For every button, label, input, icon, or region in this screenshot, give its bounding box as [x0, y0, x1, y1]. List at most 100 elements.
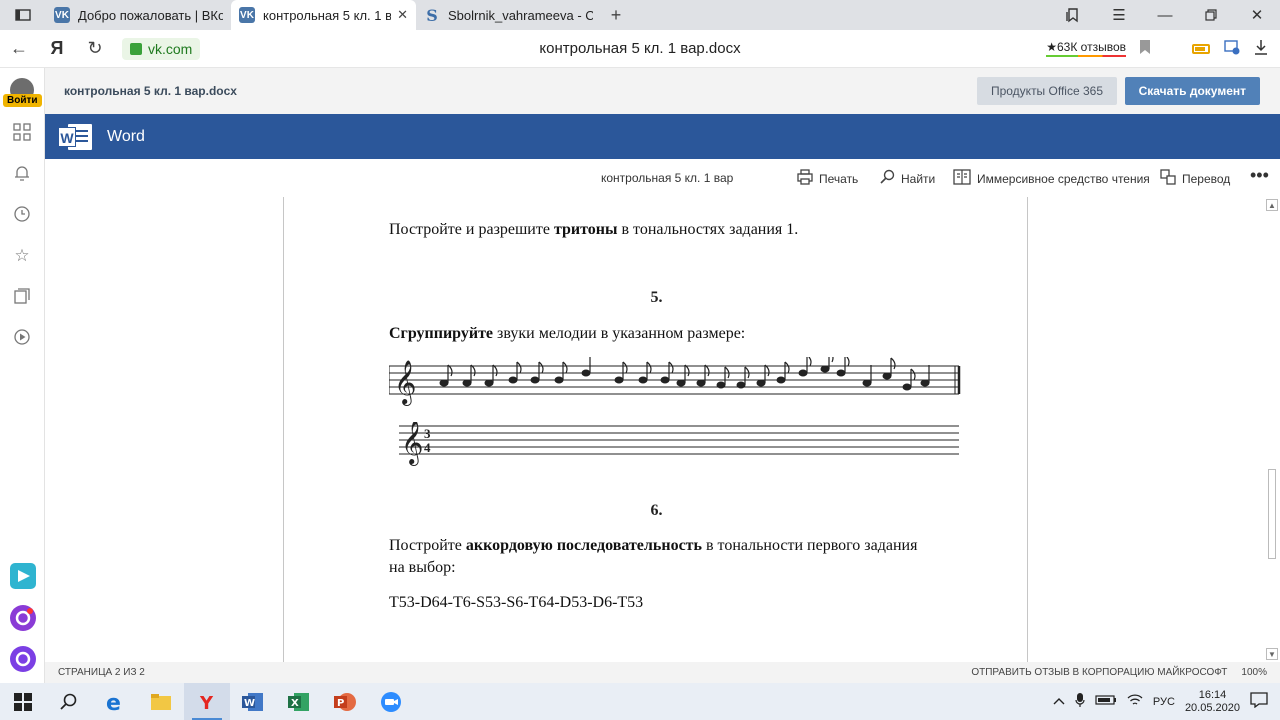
tab-sbornik[interactable]: S Sbolrnik_vahrameeva - Стр	[416, 0, 601, 30]
zoom-level[interactable]: 100%	[1241, 667, 1267, 678]
more-options-icon[interactable]: •••	[1250, 165, 1269, 186]
melody-staff: 𝄞	[389, 357, 961, 406]
bell-icon[interactable]	[12, 164, 32, 184]
scroll-thumb[interactable]	[1268, 469, 1276, 559]
site-domain: vk.com	[148, 40, 193, 57]
download-icon[interactable]	[1254, 39, 1268, 59]
site-chip[interactable]: vk.com	[122, 37, 201, 60]
printer-icon	[797, 169, 813, 189]
reviews-badge[interactable]: ★63К отзывов	[1046, 40, 1126, 57]
note-head	[716, 381, 726, 389]
note-head	[798, 369, 808, 377]
vk-icon: VK	[54, 7, 70, 23]
time-signature-bottom: 4	[424, 440, 431, 455]
new-tab-icon[interactable]: +	[601, 0, 631, 30]
yandex-logo-icon[interactable]: Я	[38, 38, 76, 59]
heading-5: 5.	[650, 289, 663, 306]
translate-label: Перевод	[1182, 172, 1231, 186]
office-products-button[interactable]: Продукты Office 365	[976, 77, 1117, 105]
download-document-button[interactable]: Скачать документ	[1124, 77, 1260, 105]
close-tab-icon[interactable]: ✕	[397, 7, 408, 23]
services-grid-icon[interactable]	[12, 123, 32, 143]
note-head	[581, 369, 591, 377]
svg-text:X: X	[291, 698, 299, 709]
play-circle-icon[interactable]	[12, 328, 32, 348]
zen-app-icon[interactable]	[10, 605, 36, 631]
vk-sidebar: Войти ☆	[0, 68, 45, 683]
zoom-app-icon[interactable]	[368, 683, 414, 720]
battery-tray-icon[interactable]	[1095, 694, 1117, 709]
immersive-reader-button[interactable]: Иммерсивное средство чтения	[953, 169, 1150, 189]
excel-app-icon[interactable]: X	[276, 683, 322, 720]
note-head	[676, 379, 686, 387]
star-icon[interactable]: ☆	[12, 246, 32, 266]
alice-assistant-icon[interactable]	[10, 646, 36, 672]
app-title: Word	[107, 127, 145, 145]
input-language[interactable]: РУС	[1153, 696, 1175, 708]
tab-document[interactable]: VK контрольная 5 кл. 1 вар ✕	[231, 0, 416, 30]
print-label: Печать	[819, 172, 859, 186]
minimize-icon[interactable]: —	[1142, 0, 1188, 30]
page-indicator: СТРАНИЦА 2 ИЗ 2	[58, 667, 145, 678]
search-icon[interactable]	[46, 683, 92, 720]
yandex-browser-icon[interactable]: Y	[184, 683, 230, 720]
note-head	[660, 376, 670, 384]
lock-icon	[130, 42, 142, 55]
word-logo-icon: W	[58, 122, 92, 152]
toolbar-document-name: контрольная 5 кл. 1 вар	[601, 171, 734, 185]
translate-button[interactable]: Перевод	[1160, 169, 1230, 189]
note-head	[776, 376, 786, 384]
bookmark-icon[interactable]	[1140, 39, 1150, 58]
chevron-up-icon[interactable]	[1053, 696, 1065, 708]
svg-text:P: P	[337, 698, 344, 709]
scroll-down-icon[interactable]: ▼	[1266, 648, 1278, 660]
reload-icon[interactable]: ↻	[76, 38, 114, 59]
print-button[interactable]: Печать	[797, 169, 858, 189]
vertical-scrollbar[interactable]: ▲ ▼	[1264, 197, 1280, 662]
note-flag	[492, 364, 498, 377]
edge-browser-icon[interactable]: e	[92, 683, 138, 720]
treble-clef-icon: 𝄞	[394, 360, 416, 406]
messenger-app-icon[interactable]	[10, 563, 36, 589]
note-head	[462, 379, 472, 387]
battery-icon[interactable]	[1192, 43, 1210, 54]
document-viewport[interactable]: 4. Постройте и разрешите тритоны в тонал…	[45, 197, 1280, 662]
word-app-icon[interactable]: W	[230, 683, 276, 720]
screenshot-icon[interactable]	[1224, 39, 1240, 59]
clock[interactable]: 16:14 20.05.2020	[1185, 689, 1240, 715]
address-bar: ← Я ↻ vk.com контрольная 5 кл. 1 вар.doc…	[0, 30, 1280, 68]
hamburger-menu-icon[interactable]: ☰	[1096, 0, 1142, 30]
task-6-text-line2: на выбор:	[389, 559, 456, 576]
immersive-reader-icon	[953, 169, 971, 189]
note-head	[902, 383, 912, 391]
time-signature-top: 3	[424, 426, 431, 441]
collections-icon[interactable]	[12, 287, 32, 307]
tabs-menu-icon[interactable]	[0, 0, 46, 30]
notifications-icon[interactable]	[1250, 692, 1268, 711]
note-head	[920, 379, 930, 387]
tab-label: Sbolrnik_vahrameeva - Стр	[448, 7, 593, 23]
note-head	[736, 381, 746, 389]
windows-start-icon[interactable]	[0, 683, 46, 720]
svg-text:W: W	[244, 698, 255, 709]
powerpoint-app-icon[interactable]: P	[322, 683, 368, 720]
find-button[interactable]: Найти	[879, 169, 935, 189]
close-window-icon[interactable]: ✕	[1234, 0, 1280, 30]
history-icon[interactable]	[12, 205, 32, 225]
file-explorer-icon[interactable]	[138, 683, 184, 720]
back-arrow-icon[interactable]: ←	[0, 38, 38, 59]
restore-icon[interactable]	[1188, 0, 1234, 30]
feedback-link[interactable]: ОТПРАВИТЬ ОТЗЫВ В КОРПОРАЦИЮ МАЙКРОСОФТ	[971, 667, 1227, 678]
microphone-icon[interactable]	[1075, 692, 1085, 711]
login-button[interactable]: Войти	[3, 94, 42, 107]
note-head	[862, 379, 872, 387]
wifi-icon[interactable]	[1127, 693, 1143, 710]
note-flag	[470, 364, 476, 377]
scroll-up-icon[interactable]: ▲	[1266, 199, 1278, 211]
note-head	[696, 379, 706, 387]
translate-icon	[1160, 169, 1176, 189]
bookmark-collection-icon[interactable]	[1050, 0, 1096, 30]
tab-vk-welcome[interactable]: VK Добро пожаловать | ВКонт	[46, 0, 231, 30]
document-filename: контрольная 5 кл. 1 вар.docx	[64, 84, 237, 98]
note-head	[836, 369, 846, 377]
